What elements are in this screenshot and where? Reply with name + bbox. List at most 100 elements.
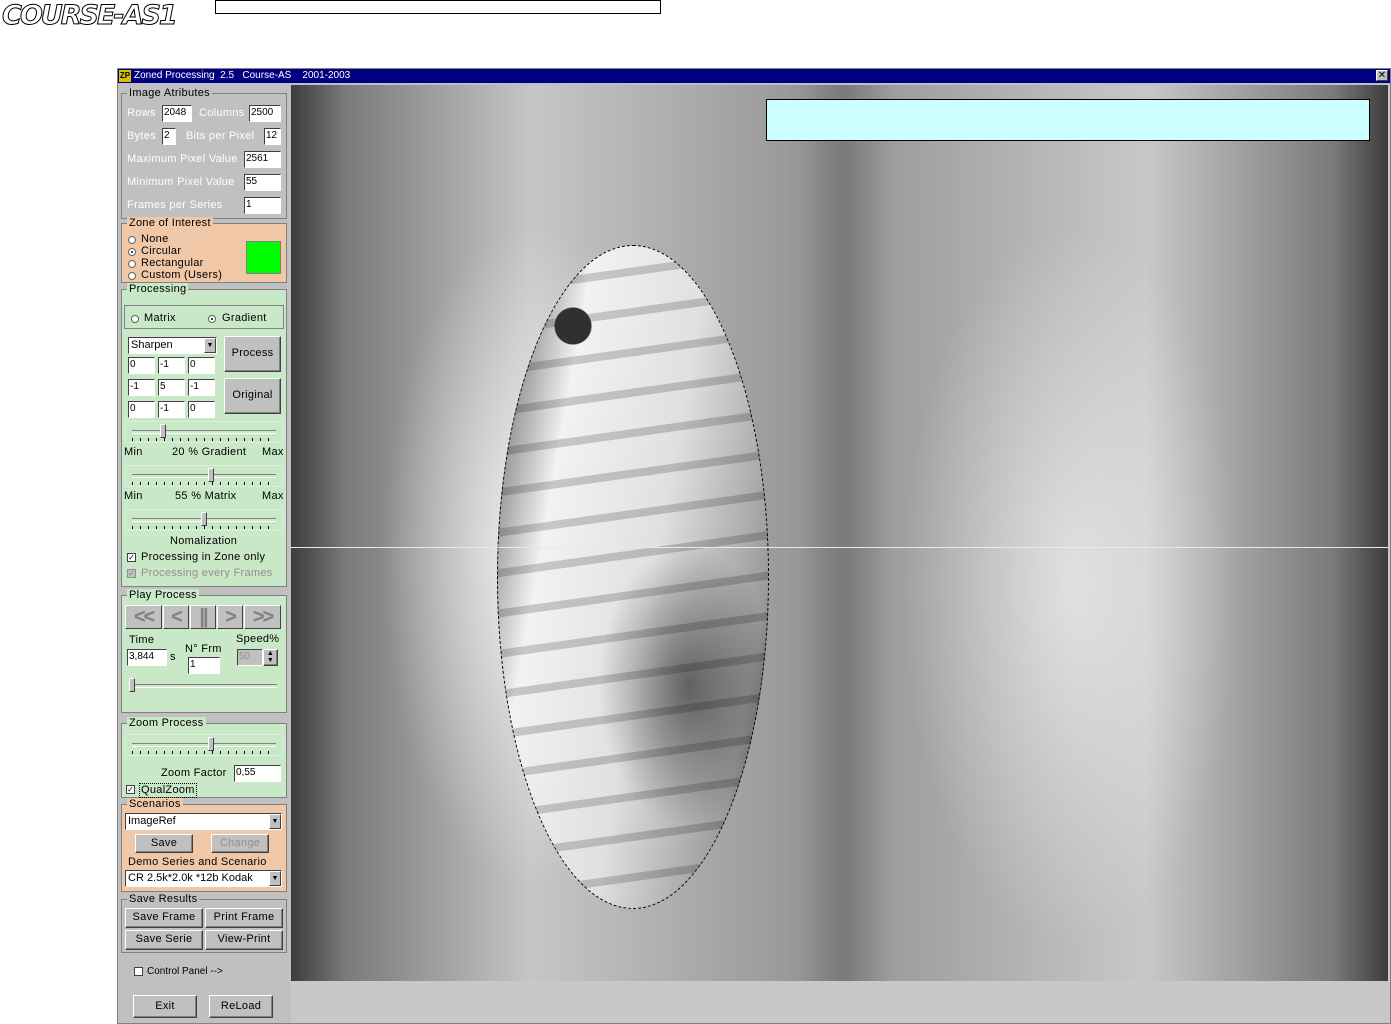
matrix-cell[interactable]: -1 <box>158 357 185 374</box>
fast-forward-button[interactable]: >> <box>244 605 281 629</box>
frame-position-slider[interactable] <box>125 676 283 700</box>
gradient-max-label: Max <box>262 446 284 458</box>
speed-label: Speed% <box>236 633 280 645</box>
frame-number-label: N° Frm <box>185 643 222 655</box>
zoom-factor-field[interactable]: 0,55 <box>234 765 281 782</box>
normalization-slider-thumb[interactable] <box>201 512 207 526</box>
gradient-slider-thumb[interactable] <box>159 424 166 438</box>
matrix-cell[interactable]: 0 <box>188 357 215 374</box>
app-icon: ZP <box>119 70 131 82</box>
zoom-slider[interactable] <box>125 734 283 756</box>
save-frame-button[interactable]: Save Frame <box>125 908 203 928</box>
bits-field[interactable]: 12 <box>264 128 281 145</box>
progress-bar <box>215 0 661 14</box>
matrix-slider[interactable] <box>125 465 283 487</box>
print-frame-button[interactable]: Print Frame <box>205 908 283 928</box>
min-pixel-label: Minimum Pixel Value <box>127 176 235 188</box>
time-label: Time <box>129 634 155 646</box>
zone-custom-label: Custom (Users) <box>141 269 223 281</box>
min-pixel-field[interactable]: 55 <box>244 174 281 191</box>
scenarios-section: Scenarios ImageRef ▼ Save Change Demo Se… <box>121 798 287 892</box>
mode-matrix-label: Matrix <box>144 312 176 324</box>
title-bar: ZP Zoned Processing 2.5 Course-AS 2001-2… <box>118 69 1390 83</box>
step-forward-button[interactable]: > <box>217 605 243 629</box>
speed-field[interactable]: 50 <box>237 649 263 666</box>
matrix-cell[interactable]: 0 <box>128 357 155 374</box>
matrix-cell[interactable]: 0 <box>128 401 155 418</box>
mode-matrix-radio[interactable] <box>131 315 139 323</box>
scenario-save-button[interactable]: Save <box>135 834 193 853</box>
normalization-slider[interactable] <box>125 509 283 531</box>
matrix-cell[interactable]: 0 <box>188 401 215 418</box>
scenario-select[interactable]: ImageRef ▼ <box>125 813 282 830</box>
matrix-value-label: 55 % Matrix <box>175 490 237 502</box>
columns-field[interactable]: 2500 <box>249 105 281 122</box>
image-attributes-title: Image Atributes <box>127 87 212 99</box>
process-button[interactable]: Process <box>224 336 281 372</box>
image-viewer[interactable] <box>291 85 1390 1023</box>
zone-title: Zone of Interest <box>127 217 213 229</box>
matrix-max-label: Max <box>262 490 284 502</box>
filter-value: Sharpen <box>131 339 173 351</box>
zone-only-checkbox[interactable]: ✓ <box>127 553 136 562</box>
rows-field[interactable]: 2048 <box>162 105 192 122</box>
zone-rectangular-radio[interactable] <box>128 260 136 268</box>
frames-field[interactable]: 1 <box>244 197 281 214</box>
frame-position-thumb[interactable] <box>129 678 135 692</box>
filter-select[interactable]: Sharpen ▼ <box>128 337 217 354</box>
save-results-section: Save Results Save Frame Print Frame Save… <box>121 893 287 953</box>
time-field[interactable]: 3,844 <box>127 649 167 666</box>
image-attributes-section: Image Atributes Rows 2048 Columns 2500 B… <box>121 87 287 219</box>
view-print-button[interactable]: View-Print <box>205 930 283 950</box>
original-button[interactable]: Original <box>224 378 281 414</box>
zone-circular-radio[interactable] <box>128 248 136 256</box>
columns-label: Columns <box>199 107 245 119</box>
bits-label: Bits per Pixel <box>186 130 255 142</box>
window-title: Zoned Processing 2.5 Course-AS 2001-2003 <box>134 70 351 81</box>
gradient-min-label: Min <box>124 446 143 458</box>
zone-only-label: Processing in Zone only <box>141 551 266 563</box>
close-button[interactable]: ✕ <box>1376 70 1388 81</box>
scenario-change-button[interactable]: Change <box>211 834 269 853</box>
chevron-down-icon[interactable]: ▼ <box>269 814 281 829</box>
circular-zone-of-interest[interactable] <box>497 245 769 909</box>
qualzoom-checkbox[interactable]: ✓ <box>126 785 135 794</box>
every-frames-checkbox[interactable]: ✓ <box>127 569 136 578</box>
control-panel-checkbox[interactable] <box>134 967 143 976</box>
zone-custom-radio[interactable] <box>128 272 136 280</box>
control-panel: Image Atributes Rows 2048 Columns 2500 B… <box>119 85 289 1023</box>
matrix-cell[interactable]: -1 <box>128 379 155 396</box>
gradient-slider[interactable] <box>125 421 283 443</box>
chevron-down-icon[interactable]: ▼ <box>204 338 216 353</box>
zone-color-swatch[interactable] <box>246 241 281 274</box>
rewind-button[interactable]: << <box>125 605 162 629</box>
save-serie-button[interactable]: Save Serie <box>125 930 203 950</box>
every-frames-label: Processing every Frames <box>141 567 273 579</box>
matrix-slider-thumb[interactable] <box>207 468 214 482</box>
mode-gradient-radio[interactable] <box>208 315 216 323</box>
mode-gradient-label: Gradient <box>222 312 267 324</box>
rows-label: Rows <box>127 107 156 119</box>
demo-series-value: CR 2.5k*2.0k *12b Kodak <box>128 872 253 884</box>
chevron-down-icon[interactable]: ▼ <box>269 871 281 886</box>
max-pixel-label: Maximum Pixel Value <box>127 153 238 165</box>
zoom-slider-thumb[interactable] <box>207 737 214 751</box>
matrix-cell[interactable]: -1 <box>158 401 185 418</box>
qualzoom-label: QualZoom <box>139 783 197 798</box>
bytes-field[interactable]: 2 <box>162 128 176 145</box>
zoom-process-section: Zoom Process Zoom Factor 0,55 ✓ QualZoom <box>121 717 287 798</box>
app-logo: COURSE-AS1 <box>2 0 179 32</box>
chest-xray-image <box>291 85 1388 981</box>
step-back-button[interactable]: < <box>163 605 189 629</box>
reload-button[interactable]: ReLoad <box>209 995 273 1018</box>
spine-shadow <box>801 85 891 981</box>
demo-series-select[interactable]: CR 2.5k*2.0k *12b Kodak ▼ <box>125 870 282 887</box>
frame-number-field[interactable]: 1 <box>188 657 220 674</box>
speed-spinner[interactable]: ▲ ▼ <box>263 649 278 666</box>
pause-button[interactable]: || <box>190 605 216 629</box>
max-pixel-field[interactable]: 2561 <box>244 151 281 168</box>
zone-none-radio[interactable] <box>128 236 136 244</box>
exit-button[interactable]: Exit <box>133 995 197 1018</box>
matrix-cell[interactable]: 5 <box>158 379 185 396</box>
matrix-cell[interactable]: -1 <box>188 379 215 396</box>
